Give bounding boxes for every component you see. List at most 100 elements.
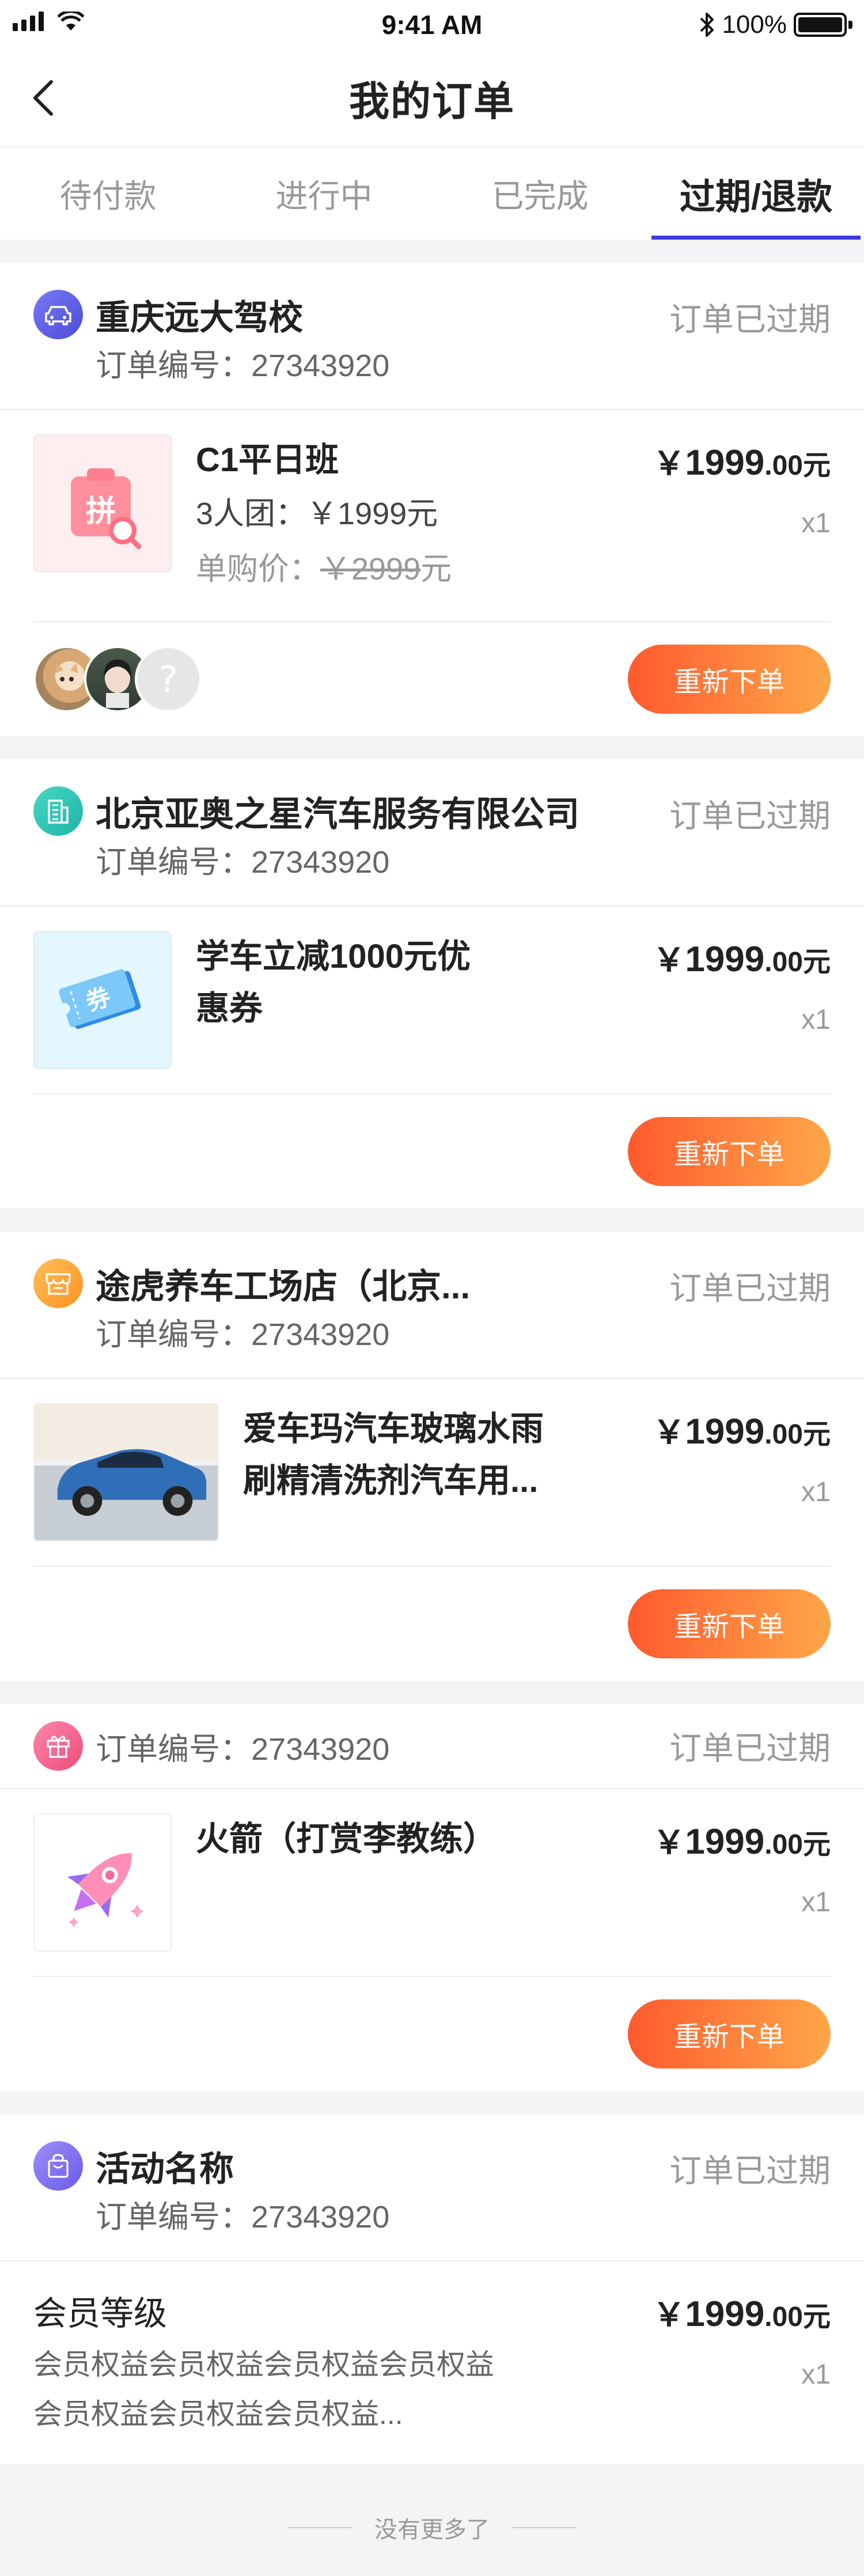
order-card[interactable]: 订单编号：27343920 订单已过期 火箭（打赏李教练） ￥1999.00元 … bbox=[0, 1704, 864, 2091]
order-item[interactable]: 爱车玛汽车玻璃水雨 刷精清洗剂汽车用... ￥1999.00元 x1 bbox=[0, 1379, 864, 1566]
price-currency: ￥ bbox=[653, 942, 685, 978]
order-status: 订单已过期 bbox=[669, 301, 831, 338]
chevron-left-icon bbox=[33, 80, 53, 116]
order-header: 订单编号：27343920 订单已过期 bbox=[0, 1704, 864, 1789]
signal-wifi-group bbox=[13, 12, 84, 31]
order-number: 订单编号：27343920 bbox=[96, 1317, 390, 1352]
order-status: 订单已过期 bbox=[669, 2153, 831, 2189]
unknown-avatar: ? bbox=[135, 646, 202, 713]
order-card[interactable]: 途虎养车工场店（北京... 订单编号：27343920 订单已过期 爱车玛汽车玻… bbox=[0, 1232, 864, 1681]
group-price: 3人团：￥1999元 bbox=[196, 497, 438, 531]
order-status: 订单已过期 bbox=[669, 798, 831, 834]
building-icon bbox=[33, 786, 83, 836]
divider bbox=[288, 2527, 351, 2528]
order-number: 订单编号：27343920 bbox=[96, 1732, 390, 1767]
reorder-button[interactable]: 重新下单 bbox=[628, 1999, 831, 2069]
order-number: 订单编号：27343920 bbox=[96, 348, 390, 383]
order-footer: 重新下单 bbox=[33, 1976, 831, 2091]
signal-bar bbox=[39, 12, 44, 31]
order-header: 重庆远大驾校 订单编号：27343920 订单已过期 bbox=[0, 263, 864, 410]
item-price-block: ￥1999.00元 x1 bbox=[653, 934, 831, 1036]
order-status: 订单已过期 bbox=[669, 1730, 831, 1767]
battery-icon bbox=[794, 13, 852, 37]
order-item[interactable]: 券 学车立减1000元优 惠券 ￥1999.00元 x1 bbox=[0, 907, 864, 1093]
tab-pending-payment[interactable]: 待付款 bbox=[0, 147, 216, 240]
status-bar: 9:41 AM 100% bbox=[0, 0, 864, 50]
item-price: ￥1999.00元 bbox=[653, 2289, 831, 2336]
bluetooth-icon bbox=[700, 13, 714, 37]
item-price: ￥1999.00元 bbox=[653, 1817, 831, 1863]
order-header: 北京亚奥之星汽车服务有限公司 订单编号：27343920 订单已过期 bbox=[0, 759, 864, 907]
reorder-button[interactable]: 重新下单 bbox=[628, 645, 831, 714]
bag-glyph bbox=[48, 2154, 69, 2178]
order-footer: ? 重新下单 bbox=[33, 621, 831, 736]
building-glyph bbox=[48, 800, 69, 824]
page-title: 我的订单 bbox=[349, 78, 515, 124]
price-currency: ￥ bbox=[653, 1414, 685, 1450]
gift-icon bbox=[33, 1721, 83, 1771]
shop-name[interactable]: 途虎养车工场店（北京... bbox=[96, 1259, 470, 1309]
price-decimal: .00元 bbox=[764, 1419, 831, 1450]
item-desc-line: 会员权益会员权益会员权益... bbox=[33, 2398, 403, 2430]
signal-bar bbox=[21, 20, 26, 31]
price-decimal: .00元 bbox=[764, 450, 831, 481]
single-price-label: 单购价： bbox=[196, 552, 320, 586]
shop-name[interactable]: 活动名称 bbox=[96, 2141, 234, 2191]
car-photo bbox=[33, 1403, 219, 1541]
order-card[interactable]: 活动名称 订单编号：27343920 订单已过期 会员等级 会员权益会员权益会员… bbox=[0, 2114, 864, 2464]
back-button[interactable] bbox=[23, 78, 63, 118]
car-icon bbox=[33, 290, 83, 339]
gift-glyph bbox=[47, 1736, 70, 1758]
rocket-glyph bbox=[67, 1853, 144, 1927]
price-currency: ￥ bbox=[653, 1824, 685, 1861]
group-buy-glyph: 拼 bbox=[71, 468, 142, 550]
item-quantity: x1 bbox=[801, 1477, 831, 1507]
order-status: 订单已过期 bbox=[669, 1270, 831, 1306]
status-time: 9:41 AM bbox=[381, 10, 483, 40]
end-of-list-text: 没有更多了 bbox=[374, 2517, 490, 2543]
item-price-block: ￥1999.00元 x1 bbox=[653, 438, 831, 539]
order-item[interactable]: 火箭（打赏李教练） ￥1999.00元 x1 bbox=[0, 1789, 864, 1976]
item-price-block: ￥1999.00元 x1 bbox=[653, 1817, 831, 1918]
battery-percent: 100% bbox=[722, 10, 787, 39]
item-price: ￥1999.00元 bbox=[653, 1407, 831, 1453]
status-right-group: 100% bbox=[700, 10, 852, 39]
coupon-glyph: 券 bbox=[58, 969, 141, 1029]
rocket-icon bbox=[33, 1813, 172, 1952]
nav-bar: 我的订单 bbox=[0, 50, 864, 147]
group-members: ? bbox=[33, 646, 202, 713]
signal-bar bbox=[30, 16, 35, 31]
price-currency: ￥ bbox=[653, 445, 685, 482]
tab-completed[interactable]: 已完成 bbox=[432, 147, 648, 240]
order-tabs: 待付款 进行中 已完成 过期/退款 bbox=[0, 147, 864, 240]
wifi-icon bbox=[58, 12, 84, 31]
shop-name[interactable]: 北京亚奥之星汽车服务有限公司 bbox=[96, 786, 579, 836]
item-desc-line: 会员权益会员权益会员权益会员权益 bbox=[33, 2348, 494, 2381]
price-integer: 1999 bbox=[685, 1822, 765, 1862]
item-title-line: 惠券 bbox=[196, 990, 263, 1027]
coupon-icon: 券 bbox=[33, 931, 172, 1069]
single-price-value: ￥2999 bbox=[320, 552, 421, 586]
order-item[interactable]: 拼 C1平日班 3人团：￥1999元 单购价：￥2999元 ￥1999.00元 … bbox=[0, 410, 864, 621]
shop-name[interactable]: 重庆远大驾校 bbox=[96, 290, 303, 340]
item-price: ￥1999.00元 bbox=[653, 438, 831, 484]
unknown-mark: ? bbox=[158, 658, 178, 700]
item-price-block: ￥1999.00元 x1 bbox=[653, 1407, 831, 1508]
reorder-button[interactable]: 重新下单 bbox=[628, 1117, 831, 1186]
tab-in-progress[interactable]: 进行中 bbox=[216, 147, 432, 240]
price-integer: 1999 bbox=[685, 443, 765, 483]
order-card[interactable]: 北京亚奥之星汽车服务有限公司 订单编号：27343920 订单已过期 券 学车立… bbox=[0, 759, 864, 1209]
signal-bar bbox=[13, 23, 18, 31]
store-glyph bbox=[46, 1273, 71, 1295]
order-card[interactable]: 重庆远大驾校 订单编号：27343920 订单已过期 拼 C1平日班 3人团：￥… bbox=[0, 263, 864, 736]
divider bbox=[513, 2527, 576, 2528]
item-quantity: x1 bbox=[801, 1887, 831, 1918]
end-of-list: 没有更多了 bbox=[0, 2464, 864, 2576]
item-title: 火箭（打赏李教练） bbox=[196, 1820, 497, 1858]
battery-fill bbox=[798, 17, 842, 32]
reorder-button[interactable]: 重新下单 bbox=[628, 1589, 831, 1658]
battery-cap bbox=[848, 21, 852, 29]
order-item[interactable]: 会员等级 会员权益会员权益会员权益会员权益 会员权益会员权益会员权益... ￥1… bbox=[0, 2261, 864, 2464]
item-price-block: ￥1999.00元 x1 bbox=[653, 2289, 831, 2391]
tab-expired-refund[interactable]: 过期/退款 bbox=[648, 147, 864, 240]
